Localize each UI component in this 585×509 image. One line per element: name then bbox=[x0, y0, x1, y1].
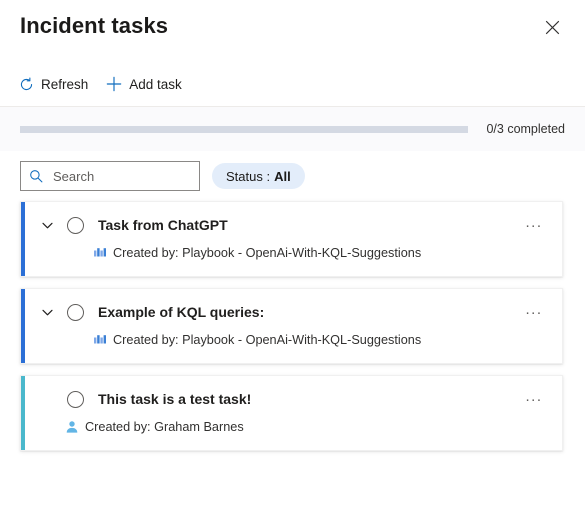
search-icon bbox=[29, 169, 43, 183]
task-meta: Created by: Graham Barnes bbox=[37, 419, 548, 434]
task-overflow-menu-button[interactable]: ... bbox=[520, 301, 548, 323]
task-created-by: Created by: Graham Barnes bbox=[85, 419, 244, 434]
task-accent-bar bbox=[21, 376, 25, 450]
filter-row: Status : All bbox=[0, 151, 585, 201]
task-complete-checkbox[interactable] bbox=[67, 390, 84, 408]
add-task-label: Add task bbox=[129, 76, 182, 92]
page-title: Incident tasks bbox=[20, 13, 169, 38]
task-created-by: Created by: Playbook - OpenAi-With-KQL-S… bbox=[113, 332, 422, 347]
task-accent-bar bbox=[21, 289, 25, 363]
task-card[interactable]: Example of KQL queries: ... Created by: … bbox=[20, 288, 563, 364]
task-list: Task from ChatGPT ... Created by: Playbo… bbox=[0, 201, 585, 451]
task-overflow-menu-button[interactable]: ... bbox=[520, 214, 548, 236]
ellipsis-icon: ... bbox=[525, 213, 543, 231]
refresh-icon bbox=[18, 76, 34, 92]
task-complete-checkbox[interactable] bbox=[67, 216, 84, 234]
task-accent-bar bbox=[21, 202, 25, 276]
task-meta: Created by: Playbook - OpenAi-With-KQL-S… bbox=[37, 245, 548, 260]
task-header: Example of KQL queries: ... bbox=[37, 301, 548, 323]
panel-header: Incident tasks bbox=[0, 0, 585, 62]
chevron-down-icon[interactable] bbox=[37, 215, 57, 235]
progress-band: 0/3 completed bbox=[0, 106, 585, 151]
task-meta: Created by: Playbook - OpenAi-With-KQL-S… bbox=[37, 332, 548, 347]
search-box[interactable] bbox=[20, 161, 200, 191]
add-task-button[interactable]: Add task bbox=[98, 68, 190, 100]
task-card[interactable]: This task is a test task! ... Created by… bbox=[20, 375, 563, 451]
playbook-icon bbox=[92, 245, 107, 260]
task-header: This task is a test task! ... bbox=[37, 388, 548, 410]
task-card[interactable]: Task from ChatGPT ... Created by: Playbo… bbox=[20, 201, 563, 277]
task-overflow-menu-button[interactable]: ... bbox=[520, 388, 548, 410]
chevron-down-icon[interactable] bbox=[37, 302, 57, 322]
task-header: Task from ChatGPT ... bbox=[37, 214, 548, 236]
refresh-button[interactable]: Refresh bbox=[10, 68, 96, 100]
task-title: Task from ChatGPT bbox=[98, 217, 228, 233]
status-filter-pill[interactable]: Status : All bbox=[212, 163, 305, 189]
task-created-by: Created by: Playbook - OpenAi-With-KQL-S… bbox=[113, 245, 422, 260]
progress-label: 0/3 completed bbox=[486, 122, 565, 136]
chevron-placeholder bbox=[37, 389, 57, 409]
playbook-icon bbox=[92, 332, 107, 347]
search-input[interactable] bbox=[51, 167, 191, 185]
progress-bar bbox=[20, 125, 469, 133]
close-icon bbox=[545, 20, 560, 35]
task-title: Example of KQL queries: bbox=[98, 304, 265, 320]
refresh-label: Refresh bbox=[41, 76, 89, 92]
task-title: This task is a test task! bbox=[98, 391, 252, 407]
incident-tasks-panel: Incident tasks Refresh Add task 0/3 comp… bbox=[0, 0, 585, 509]
task-complete-checkbox[interactable] bbox=[67, 303, 84, 321]
status-filter-label: Status : bbox=[226, 168, 271, 184]
person-icon bbox=[64, 419, 79, 434]
command-bar: Refresh Add task bbox=[0, 62, 585, 106]
ellipsis-icon: ... bbox=[525, 300, 543, 318]
plus-icon bbox=[106, 76, 122, 92]
status-filter-value: All bbox=[274, 168, 291, 184]
ellipsis-icon: ... bbox=[525, 387, 543, 405]
close-button[interactable] bbox=[535, 10, 569, 44]
